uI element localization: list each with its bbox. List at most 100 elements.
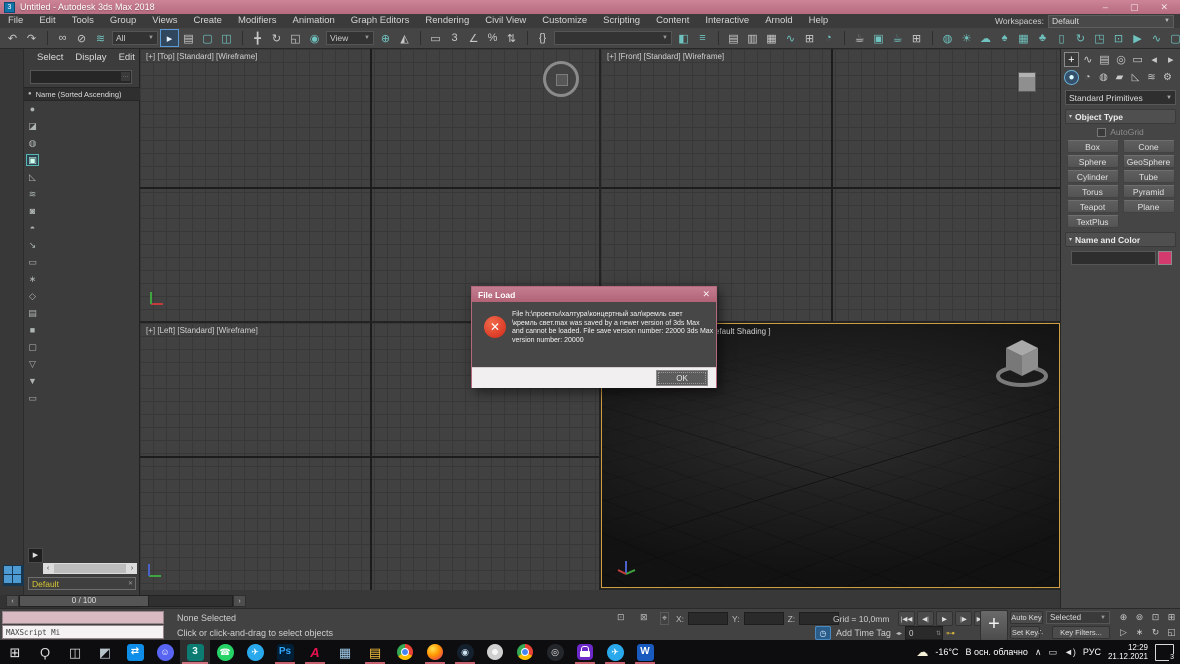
box-button[interactable]: Box [1066,140,1119,153]
weather-icon[interactable]: ☁ [916,645,928,659]
tube-button[interactable]: Tube [1122,170,1175,183]
auto-key-button[interactable]: Auto Key [1010,611,1043,624]
curve-editor-icon[interactable]: ∿ [781,29,800,47]
filter-folder-icon[interactable]: ▭ [26,392,39,404]
workspaces-dropdown[interactable]: Default ▼ [1048,14,1174,28]
tab-create[interactable]: + [1064,52,1079,67]
sphere-button[interactable]: Sphere [1066,155,1119,168]
close-button[interactable]: ✕ [1160,0,1168,14]
menu-rendering[interactable]: Rendering [417,14,477,28]
absolute-mode-icon[interactable]: ⌖ [660,612,670,625]
select-object-icon[interactable]: ▸ [160,29,179,47]
tree-icon[interactable]: ♠ [995,29,1014,47]
torus-button[interactable]: Torus [1066,185,1119,198]
building-icon[interactable]: ▦ [1014,29,1033,47]
geosphere-button[interactable]: GeoSphere [1122,155,1175,168]
duplicate-icon[interactable]: ◳ [1090,29,1109,47]
play-button[interactable]: ▶ [936,611,953,626]
scroll-left-icon[interactable]: ‹ [43,565,53,572]
select-manipulate-icon[interactable]: ◭ [395,29,414,47]
set-key-button[interactable]: Set Key [1010,626,1040,639]
filter-groups-icon[interactable]: ◙ [26,205,39,217]
telegram2-icon[interactable]: ✈ [600,640,630,664]
filter-helpers-icon[interactable]: ◺ [26,171,39,183]
undo-icon[interactable]: ↶ [3,29,22,47]
rendered-frame-icon[interactable]: ▣ [869,29,888,47]
current-frame-field[interactable]: 0 ⇅ [905,626,944,640]
viewport-top[interactable]: [+] [Top] [Standard] [Wireframe] [140,49,601,323]
maxscript-mini-listener[interactable]: MAXScript Mi [2,625,164,639]
filter-selection-icon[interactable]: ↘ [26,239,39,251]
calculator-icon[interactable]: ▦ [330,640,360,664]
add-time-tag-label[interactable]: Add Time Tag [836,628,891,638]
add-time-tag-icon[interactable]: ◷ [815,626,831,640]
create-spacewarps-icon[interactable]: ≋ [1144,70,1159,85]
cylinder-button[interactable]: Cylinder [1066,170,1119,183]
angle-snap-icon[interactable]: ∠ [464,29,483,47]
maximize-button[interactable]: ▢ [1130,0,1139,14]
edit-named-selections-icon[interactable]: {} [533,29,552,47]
clock[interactable]: 12:29 21.12.2021 [1108,643,1148,661]
pan-icon[interactable]: ∗ [1132,626,1147,639]
dialog-close-icon[interactable]: ✕ [702,289,716,300]
explorer-menu-display[interactable]: Display [70,52,111,63]
discord-icon[interactable]: ☺ [150,640,180,664]
3dsmax-icon[interactable]: 3 [180,640,210,664]
filter-layers-icon[interactable]: ▤ [26,307,39,319]
viewcube-compass[interactable] [543,61,579,97]
wave-icon[interactable]: ∿ [1147,29,1166,47]
primitives-category-dropdown[interactable]: Standard Primitives ▼ [1065,90,1176,105]
display-icon[interactable]: ▭ [1049,647,1058,658]
notification-center-icon[interactable]: 3 [1155,643,1174,661]
maxscript-listener-pink[interactable] [2,611,164,624]
spinner-snap-icon[interactable]: ⇅ [502,29,521,47]
file-explorer-icon[interactable]: ▤ [360,640,390,664]
filter-containers-icon[interactable]: ■ [26,324,39,336]
language-indicator[interactable]: РУС [1083,647,1101,657]
sun-icon[interactable]: ☀ [957,29,976,47]
viewcube-icon[interactable] [1019,73,1035,91]
mirror-icon[interactable]: ◧ [674,29,693,47]
play-clip-icon[interactable]: ▶ [1128,29,1147,47]
viewport-front[interactable]: [+] [Front] [Standard] [Wireframe] [601,49,1060,323]
cloud-scene-icon[interactable]: ☁ [976,29,995,47]
explorer-menu-edit[interactable]: Edit [114,52,140,63]
create-cameras-icon[interactable]: ▰ [1112,70,1127,85]
menu-civil-view[interactable]: Civil View [477,14,534,28]
snap-3d-icon[interactable]: 3 [445,29,464,47]
filter-cameras-icon[interactable]: ▣ [26,154,39,166]
target-icon[interactable]: ⊡ [1109,29,1128,47]
browser2-icon[interactable] [510,640,540,664]
x-coordinate-field[interactable] [688,612,729,625]
tray-expand-icon[interactable]: ∧ [1035,647,1042,658]
zoom-extents-icon[interactable]: ⊡ [1148,611,1163,624]
time-prev-button[interactable]: ‹ [6,594,19,607]
maximize-viewport-icon[interactable]: ◱ [1164,626,1179,639]
menu-group[interactable]: Group [102,14,144,28]
minimize-button[interactable]: – [1103,0,1108,14]
door-icon[interactable]: ▯ [1052,29,1071,47]
teapot-button[interactable]: Teapot [1066,200,1119,213]
filter-geometry-icon[interactable]: ● [26,103,39,115]
create-helpers-icon[interactable]: ◺ [1128,70,1143,85]
weather-label[interactable]: В осн. облачно [965,647,1027,657]
select-scale-icon[interactable]: ◱ [286,29,305,47]
key-step-icon[interactable]: ◂▸ [896,630,902,637]
menu-edit[interactable]: Edit [31,14,63,28]
whatsapp-icon[interactable]: ☎ [210,640,240,664]
spinner-icon[interactable]: ⇅ [936,630,942,637]
filter-shapes-icon[interactable]: ◪ [26,120,39,132]
window-crossing-icon[interactable]: ◫ [217,29,236,47]
time-slider-track[interactable]: 0 / 100 [19,594,233,607]
field-of-view-icon[interactable]: ▷ [1116,626,1131,639]
prev-frame-button[interactable]: ◀| [917,611,934,626]
lock-app-icon[interactable] [570,640,600,664]
plant-icon[interactable]: ♣ [1033,29,1052,47]
create-systems-icon[interactable]: ⚙ [1160,70,1175,85]
close-tab-icon[interactable]: ✕ [128,580,135,587]
object-name-input[interactable] [1071,251,1156,265]
render-grid-icon[interactable]: ⊞ [907,29,926,47]
object-type-rollout[interactable]: ▾ Object Type [1065,109,1176,124]
ref-coord-dropdown[interactable]: View ▼ [326,31,374,45]
tab-motion[interactable]: ◎ [1114,52,1129,67]
